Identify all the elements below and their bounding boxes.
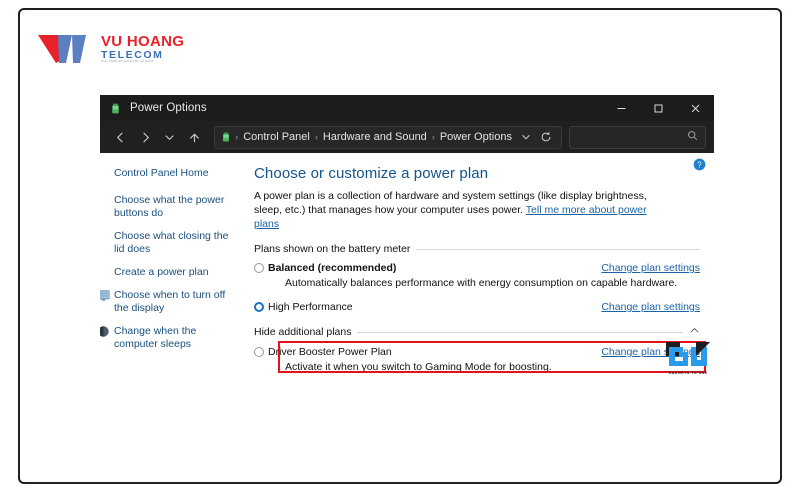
window-toolbar: › Control Panel › Hardware and Sound › P…	[100, 121, 714, 153]
radio-high-performance[interactable]	[254, 302, 264, 312]
window-controls	[603, 95, 714, 121]
address-bar[interactable]: › Control Panel › Hardware and Sound › P…	[214, 125, 562, 149]
search-icon	[687, 130, 698, 144]
address-dropdown-button[interactable]	[516, 127, 536, 147]
search-input[interactable]	[568, 125, 706, 149]
sleep-icon	[100, 326, 109, 337]
refresh-button[interactable]	[536, 127, 556, 147]
chevron-down-icon	[522, 134, 530, 140]
window-titlebar: Power Options	[100, 95, 714, 121]
sidebar-item-label: Choose what closing the lid does	[114, 230, 229, 255]
refresh-icon	[541, 132, 551, 142]
breadcrumb-control-panel[interactable]: Control Panel	[239, 131, 314, 143]
brand-tagline: GIAI PHAP AN NINH TOI UU NHAT	[101, 60, 154, 64]
watermark: GADGETS TO USE	[666, 342, 710, 375]
forward-button[interactable]	[133, 125, 158, 149]
up-button[interactable]	[182, 125, 207, 149]
plan-description: Activate it when you switch to Gaming Mo…	[285, 361, 552, 373]
sidebar-item-label: Choose when to turn off the display	[114, 289, 226, 314]
sidebar-item-turn-off-display[interactable]: Choose when to turn off the display	[100, 289, 246, 315]
sidebar-item-closing-lid[interactable]: Choose what closing the lid does	[114, 230, 246, 256]
battery-icon	[223, 132, 230, 142]
arrow-right-icon	[142, 131, 149, 143]
arrow-up-icon	[190, 132, 200, 142]
close-button[interactable]	[677, 95, 714, 121]
change-plan-settings-link[interactable]: Change plan settings	[601, 262, 700, 274]
sidebar-item-computer-sleeps[interactable]: Change when the computer sleeps	[100, 325, 246, 351]
minimize-button[interactable]	[603, 95, 640, 121]
group-rule	[416, 248, 700, 250]
brand-subtitle: TELECOM	[101, 48, 164, 61]
plan-row-container: Balanced (recommended) Change plan setti…	[254, 262, 700, 289]
sidebar-item-power-buttons[interactable]: Choose what the power buttons do	[114, 194, 246, 220]
sidebar-item-label: Create a power plan	[114, 266, 209, 278]
radio-driver-booster[interactable]	[254, 347, 264, 357]
display-icon	[100, 290, 110, 301]
breadcrumb-power-options[interactable]: Power Options	[436, 131, 516, 143]
sidebar-item-create-power-plan[interactable]: Create a power plan	[114, 266, 246, 279]
breadcrumb-hardware-and-sound[interactable]: Hardware and Sound	[319, 131, 431, 143]
maximize-button[interactable]	[640, 95, 677, 121]
change-plan-settings-link[interactable]: Change plan settings	[601, 301, 700, 313]
radio-balanced[interactable]	[254, 263, 264, 273]
window-body: ? Control Panel Home Choose what the pow…	[100, 153, 714, 395]
plan-name: High Performance	[268, 301, 353, 313]
page-title: Choose or customize a power plan	[254, 165, 489, 182]
plan-name: Driver Booster Power Plan	[268, 346, 392, 358]
battery-icon	[112, 103, 119, 113]
sidebar: Control Panel Home Choose what the power…	[100, 153, 246, 395]
window-title: Power Options	[130, 102, 207, 114]
gadgets-to-use-logo-icon	[666, 342, 710, 366]
group-rule	[357, 331, 683, 333]
sidebar-item-control-panel-home[interactable]: Control Panel Home	[114, 167, 246, 180]
group-header-additional-plans[interactable]: Hide additional plans	[254, 325, 700, 339]
page-card: VU HOANG TELECOM GIAI PHAP AN NINH TOI U…	[18, 8, 782, 484]
sidebar-item-label: Control Panel Home	[114, 167, 209, 179]
group-header-battery-meter: Plans shown on the battery meter	[254, 243, 700, 255]
chevron-up-icon[interactable]	[689, 325, 700, 339]
recent-locations-button[interactable]	[158, 125, 183, 149]
back-button[interactable]	[108, 125, 133, 149]
vu-hoang-logo-icon	[38, 35, 86, 63]
group-label: Hide additional plans	[254, 326, 352, 338]
plan-balanced[interactable]: Balanced (recommended) Change plan setti…	[254, 262, 700, 289]
svg-text:?: ?	[697, 160, 702, 169]
plan-row: Balanced (recommended) Change plan setti…	[268, 262, 700, 274]
plan-row: Driver Booster Power Plan Change plan se…	[268, 346, 700, 358]
plan-name: Balanced (recommended)	[268, 262, 397, 274]
group-label: Plans shown on the battery meter	[254, 243, 411, 255]
main-content: Choose or customize a power plan A power…	[246, 153, 714, 395]
plan-row: High Performance Change plan settings	[268, 301, 700, 313]
sidebar-item-label: Choose what the power buttons do	[114, 194, 225, 219]
plan-high-performance[interactable]: High Performance Change plan settings	[254, 301, 700, 313]
page-description: A power plan is a collection of hardware…	[254, 189, 674, 231]
brand-name: VU HOANG	[101, 32, 185, 50]
watermark-text: GADGETS TO USE	[668, 371, 708, 375]
power-options-window: Power Options › Control Panel › Hardware…	[100, 95, 714, 395]
plan-row-container: High Performance Change plan settings	[254, 301, 700, 313]
chevron-down-icon	[165, 134, 175, 140]
help-circle-icon[interactable]: ?	[693, 158, 706, 171]
sidebar-item-label: Change when the computer sleeps	[114, 325, 197, 350]
plan-description: Automatically balances performance with …	[285, 277, 678, 289]
brand-logo: VU HOANG TELECOM GIAI PHAP AN NINH TOI U…	[36, 30, 184, 68]
plan-driver-booster[interactable]: Driver Booster Power Plan Change plan se…	[254, 346, 700, 373]
arrow-left-icon	[116, 131, 123, 143]
plan-row-container: Driver Booster Power Plan Change plan se…	[254, 346, 700, 373]
